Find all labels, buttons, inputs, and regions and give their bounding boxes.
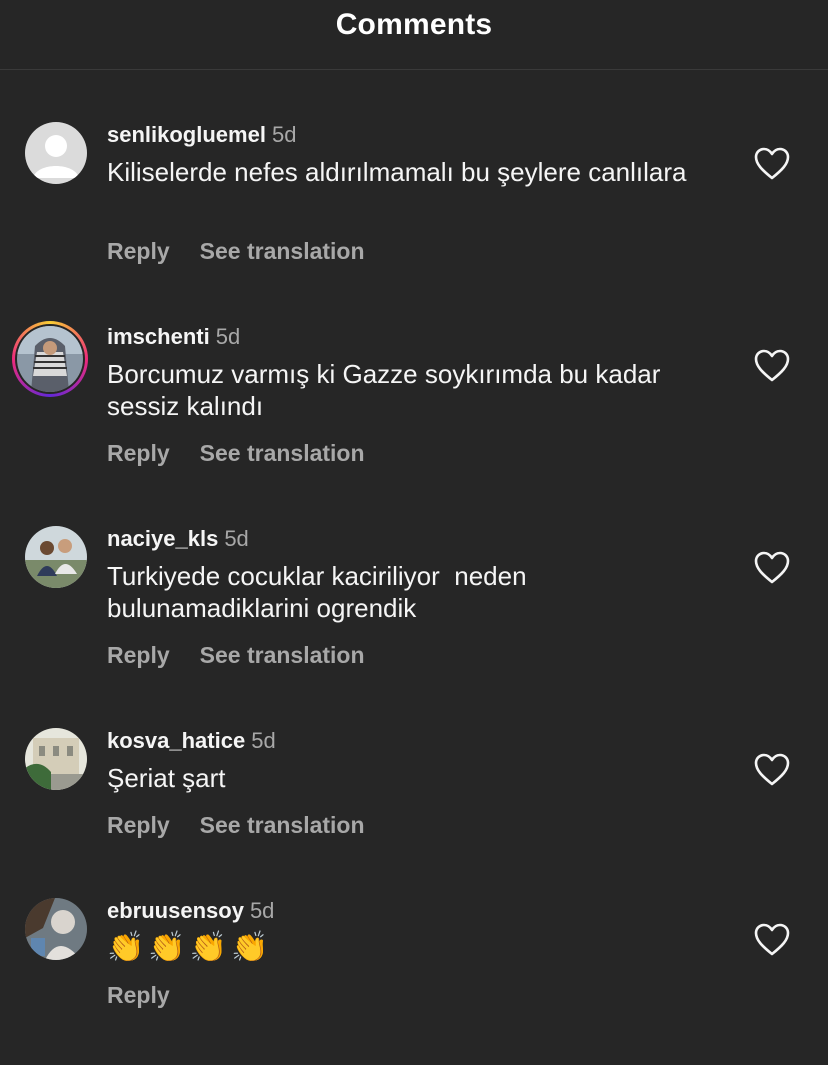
comment-meta: ebruusensoy 5d <box>107 898 274 924</box>
timestamp: 5d <box>215 324 241 349</box>
comment-text: Borcumuz varmış ki Gazze soykırımda bu k… <box>107 359 661 421</box>
heart-outline-icon[interactable] <box>754 551 790 585</box>
comment-actions: Reply See translation <box>107 238 365 265</box>
profile-photo <box>17 326 83 392</box>
reply-button[interactable]: Reply <box>107 982 170 1008</box>
timestamp: 5d <box>249 898 275 923</box>
avatar[interactable] <box>12 321 88 397</box>
username[interactable]: ebruusensoy <box>107 898 244 923</box>
see-translation-button[interactable]: See translation <box>200 642 365 668</box>
timestamp: 5d <box>251 728 276 753</box>
comment-actions: Reply See translation <box>107 642 365 669</box>
comment-actions: Reply <box>107 982 170 1009</box>
comment-text: 👏👏👏👏 <box>107 931 273 964</box>
profile-photo <box>25 728 87 790</box>
comment-meta: imschenti 5d <box>107 324 240 350</box>
reply-button[interactable]: Reply <box>107 642 170 668</box>
reply-button[interactable]: Reply <box>107 812 170 838</box>
heart-outline-icon[interactable] <box>754 923 790 957</box>
comments-header: Comments <box>0 0 828 70</box>
see-translation-button[interactable]: See translation <box>200 812 365 838</box>
profile-photo <box>25 526 87 588</box>
reply-button[interactable]: Reply <box>107 238 170 264</box>
avatar[interactable] <box>25 728 87 790</box>
comment-meta: naciye_kls 5d <box>107 526 249 552</box>
see-translation-button[interactable]: See translation <box>200 238 365 264</box>
heart-outline-icon[interactable] <box>754 349 790 383</box>
story-ring-avatar <box>17 326 83 392</box>
timestamp: 5d <box>271 122 297 147</box>
comment-meta: kosva_hatice 5d <box>107 728 276 754</box>
username[interactable]: senlikogluemel <box>107 122 266 147</box>
username[interactable]: imschenti <box>107 324 210 349</box>
comment-text: Kiliselerde nefes aldırılmamalı bu şeyle… <box>107 157 687 187</box>
timestamp: 5d <box>224 526 249 551</box>
username[interactable]: naciye_kls <box>107 526 218 551</box>
heart-outline-icon[interactable] <box>754 753 790 787</box>
profile-photo <box>25 898 87 960</box>
avatar[interactable] <box>25 122 87 184</box>
comment-text: Şeriat şart <box>107 763 226 793</box>
comment-actions: Reply See translation <box>107 812 365 839</box>
avatar[interactable] <box>25 526 87 588</box>
heart-outline-icon[interactable] <box>754 147 790 181</box>
comment-meta: senlikogluemel 5d <box>107 122 296 148</box>
reply-button[interactable]: Reply <box>107 440 170 466</box>
comment-actions: Reply See translation <box>107 440 365 467</box>
see-translation-button[interactable]: See translation <box>200 440 365 466</box>
comment-text: Turkiyede cocuklar kaciriliyor neden bul… <box>107 561 534 623</box>
page-title: Comments <box>335 8 493 41</box>
username[interactable]: kosva_hatice <box>107 728 245 753</box>
comments-page: Comments senlikogluemel 5d Kiliselerde ne… <box>0 0 828 1065</box>
default-avatar-icon <box>25 122 87 184</box>
avatar[interactable] <box>25 898 87 960</box>
